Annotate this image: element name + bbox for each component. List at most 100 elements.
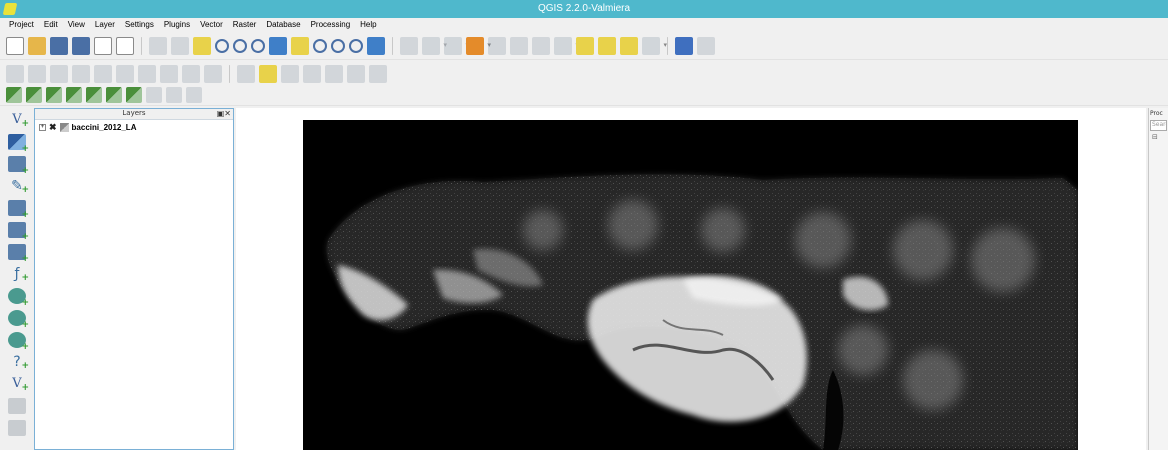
attribute-table-icon[interactable] bbox=[510, 36, 528, 55]
expand-icon[interactable]: + bbox=[39, 124, 46, 131]
deselect-icon[interactable] bbox=[466, 36, 491, 55]
layer-labeling-icon[interactable] bbox=[259, 64, 277, 83]
menu-layer[interactable]: Layer bbox=[90, 18, 120, 32]
add-raster-layer-icon[interactable] bbox=[8, 134, 29, 154]
touch-zoom-icon[interactable] bbox=[149, 36, 167, 55]
decrease-contrast-icon[interactable] bbox=[146, 86, 162, 103]
zoom-to-selection-icon[interactable] bbox=[291, 36, 309, 55]
save-project-icon[interactable] bbox=[50, 36, 68, 55]
add-wcs-layer-icon[interactable] bbox=[8, 310, 29, 330]
layer-name: baccini_2012_LA bbox=[71, 123, 137, 132]
zoom-to-layer-icon[interactable] bbox=[313, 38, 327, 53]
add-postgis-layer-icon[interactable] bbox=[8, 156, 29, 176]
add-virtual-layer-icon[interactable] bbox=[8, 398, 26, 414]
node-tool-icon[interactable] bbox=[116, 64, 134, 83]
increase-brightness-icon[interactable] bbox=[86, 86, 102, 103]
show-hide-labels-icon[interactable] bbox=[303, 64, 321, 83]
identify-features-icon[interactable] bbox=[422, 36, 447, 55]
copy-features-icon[interactable] bbox=[182, 64, 200, 83]
toggle-editing-icon[interactable] bbox=[28, 64, 46, 83]
menu-settings[interactable]: Settings bbox=[120, 18, 159, 32]
move-label-icon[interactable] bbox=[325, 64, 343, 83]
add-oracle-layer-icon[interactable] bbox=[8, 222, 29, 242]
refresh-icon[interactable] bbox=[367, 36, 385, 55]
whats-this-icon[interactable] bbox=[697, 36, 715, 55]
select-features-icon[interactable] bbox=[444, 36, 469, 55]
measure-icon[interactable] bbox=[554, 36, 579, 55]
layers-panel: Layers ▣✕ + ✖ baccini_2012_LA bbox=[34, 108, 234, 450]
add-mssql-layer-icon[interactable] bbox=[8, 200, 29, 220]
menu-project[interactable]: Project bbox=[4, 18, 39, 32]
local-cumulative-stretch-icon[interactable] bbox=[46, 86, 62, 103]
change-label-icon[interactable] bbox=[369, 64, 387, 83]
menu-vector[interactable]: Vector bbox=[195, 18, 228, 32]
decrease-brightness-icon[interactable] bbox=[106, 86, 122, 103]
new-vector-layer-icon[interactable]: V bbox=[8, 376, 29, 396]
full-cumulative-stretch-icon[interactable] bbox=[66, 86, 82, 103]
zoom-out-icon[interactable] bbox=[233, 38, 247, 53]
manage-layers-toolbar: V ✎ ƒ ? V bbox=[0, 106, 34, 450]
menu-help[interactable]: Help bbox=[355, 18, 381, 32]
new-project-icon[interactable] bbox=[6, 36, 24, 55]
panel-float-close-buttons[interactable]: ▣✕ bbox=[217, 109, 231, 118]
add-delimited-text-layer-icon[interactable]: ƒ bbox=[8, 266, 29, 286]
text-annotation-icon[interactable] bbox=[642, 36, 667, 55]
save-as-icon[interactable] bbox=[72, 36, 90, 55]
statistics-icon[interactable] bbox=[532, 36, 550, 55]
map-tips-icon[interactable] bbox=[576, 36, 594, 55]
remove-layer-icon[interactable] bbox=[8, 420, 26, 436]
zoom-next-icon[interactable] bbox=[349, 38, 363, 53]
add-gpx-layer-icon[interactable]: ? bbox=[8, 354, 29, 374]
raster-layer-icon bbox=[59, 123, 69, 132]
main-toolbar bbox=[0, 32, 1168, 60]
raster-info-icon[interactable] bbox=[166, 86, 182, 103]
menu-database[interactable]: Database bbox=[261, 18, 305, 32]
paste-features-icon[interactable] bbox=[204, 64, 222, 83]
tree-node[interactable]: ⊟ bbox=[1149, 132, 1168, 142]
increase-contrast-icon[interactable] bbox=[126, 86, 142, 103]
save-edits-icon[interactable] bbox=[50, 64, 68, 83]
rotate-label-icon[interactable] bbox=[347, 64, 365, 83]
local-histogram-stretch-icon[interactable] bbox=[6, 86, 22, 103]
help-contents-icon[interactable] bbox=[675, 36, 693, 55]
processing-search-input[interactable]: Search bbox=[1150, 120, 1167, 131]
new-bookmark-icon[interactable] bbox=[598, 36, 616, 55]
add-sql-anywhere-layer-icon[interactable] bbox=[8, 244, 29, 264]
cut-features-icon[interactable] bbox=[160, 64, 178, 83]
current-edits-icon[interactable] bbox=[6, 64, 24, 83]
add-vector-layer-icon[interactable]: V bbox=[8, 112, 29, 132]
zoom-native-icon[interactable] bbox=[251, 38, 265, 53]
toolbar-separator bbox=[229, 64, 230, 83]
identify-icon[interactable] bbox=[400, 36, 418, 55]
pin-labels-icon[interactable] bbox=[281, 64, 299, 83]
pan-hand-icon[interactable] bbox=[171, 36, 189, 55]
open-project-icon[interactable] bbox=[28, 36, 46, 55]
layer-item[interactable]: + ✖ baccini_2012_LA bbox=[35, 120, 233, 135]
add-wfs-layer-icon[interactable] bbox=[8, 332, 29, 352]
add-spatialite-layer-icon[interactable]: ✎ bbox=[8, 178, 29, 198]
move-feature-icon[interactable] bbox=[94, 64, 112, 83]
menu-edit[interactable]: Edit bbox=[39, 18, 63, 32]
menu-plugins[interactable]: Plugins bbox=[159, 18, 195, 32]
pan-to-selection-icon[interactable] bbox=[193, 36, 211, 55]
raster-toolbar bbox=[0, 84, 1168, 106]
add-wms-layer-icon[interactable] bbox=[8, 288, 29, 308]
add-feature-icon[interactable] bbox=[72, 64, 90, 83]
new-print-composer-icon[interactable] bbox=[94, 36, 112, 55]
delete-selected-icon[interactable] bbox=[138, 64, 156, 83]
raster-calculator-icon[interactable] bbox=[186, 86, 202, 103]
zoom-in-icon[interactable] bbox=[215, 38, 229, 53]
zoom-full-icon[interactable] bbox=[269, 36, 287, 55]
show-bookmarks-icon[interactable] bbox=[620, 36, 638, 55]
zoom-last-icon[interactable] bbox=[331, 38, 345, 53]
menu-processing[interactable]: Processing bbox=[306, 18, 356, 32]
menu-view[interactable]: View bbox=[63, 18, 90, 32]
label-toolbar-icon[interactable] bbox=[237, 64, 255, 83]
visibility-checkbox[interactable]: ✖ bbox=[49, 122, 57, 133]
layers-panel-title: Layers bbox=[122, 109, 146, 117]
field-calculator-icon[interactable] bbox=[488, 36, 506, 55]
map-canvas[interactable] bbox=[236, 108, 1146, 450]
menu-raster[interactable]: Raster bbox=[228, 18, 262, 32]
full-histogram-stretch-icon[interactable] bbox=[26, 86, 42, 103]
composer-manager-icon[interactable] bbox=[116, 36, 134, 55]
